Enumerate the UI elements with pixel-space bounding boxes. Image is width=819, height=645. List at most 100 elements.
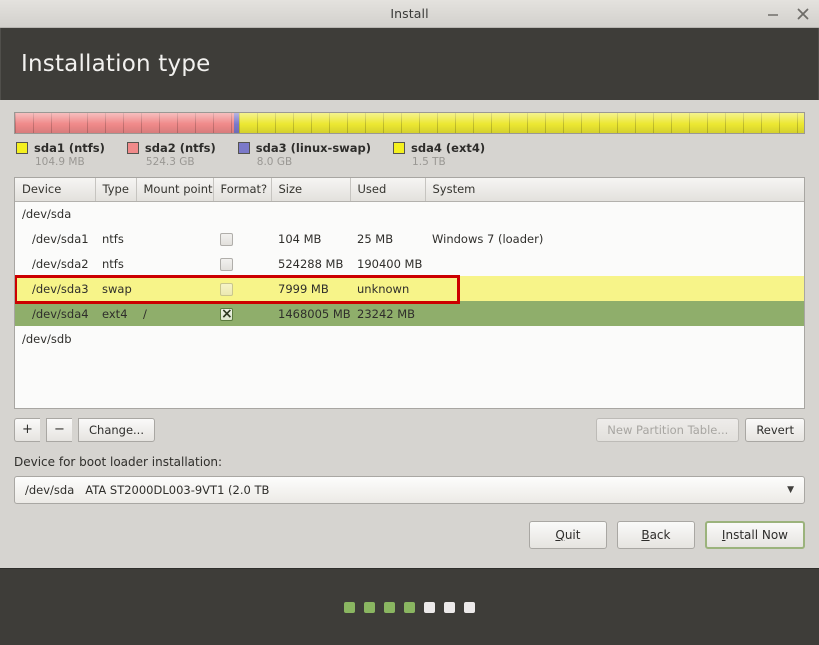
legend-label: sda1 (ntfs) xyxy=(34,141,105,155)
cell-format xyxy=(213,251,271,276)
cell-used: 25 MB xyxy=(357,231,394,246)
cell-size: 1468005 MB xyxy=(271,301,351,326)
partition-toolbar: + − Change... New Partition Table... Rev… xyxy=(14,418,805,442)
format-checkbox-unchecked[interactable] xyxy=(220,282,233,296)
table-row[interactable]: /dev/sda3 swap 7999 MB unknown xyxy=(15,276,804,301)
add-partition-button[interactable]: + xyxy=(14,418,40,442)
legend-size: 1.5 TB xyxy=(412,156,446,168)
cell-device: /dev/sda xyxy=(22,206,72,221)
table-body: /dev/sda/dev/sda1 ntfs 104 MB 25 MB Windows … xyxy=(15,201,804,351)
cell-mount-point xyxy=(136,201,213,226)
quit-button[interactable]: Quit xyxy=(528,521,607,549)
cell-size: 524288 MB xyxy=(278,256,344,271)
window-controls xyxy=(765,0,811,28)
cell-type: ntfs xyxy=(102,231,124,246)
cell-device: /dev/sda2 xyxy=(32,256,89,271)
legend-item-1: sda2 (ntfs) 524.3 GB xyxy=(126,141,216,168)
legend-color-swatch xyxy=(16,142,28,154)
legend-item-header: sda4 (ext4) xyxy=(393,141,485,155)
column-header-system[interactable]: System xyxy=(425,178,804,202)
legend-size: 524.3 GB xyxy=(145,156,195,168)
legend-label: sda3 (linux-swap) xyxy=(255,141,372,155)
cell-device: /dev/sda4 xyxy=(15,301,95,326)
progress-dot-pending xyxy=(464,601,475,613)
legend-color-swatch xyxy=(126,142,139,154)
cell-type: swap xyxy=(95,276,136,301)
progress-dot-completed xyxy=(384,601,395,613)
main-content: sda1 (ntfs) 104.9 MB sda2 (ntfs) 524.3 GB sd… xyxy=(0,100,819,568)
cell-mount-point: / xyxy=(136,301,213,326)
cell-mount-point xyxy=(136,276,213,301)
cell-used: unknown xyxy=(350,276,425,301)
partition-table-container[interactable]: Device Type Mount point Format? Size Used Syst… xyxy=(14,177,805,409)
column-header-device[interactable]: Device xyxy=(15,178,96,202)
table-row[interactable]: /dev/sda2 ntfs 524288 MB 190400 MB xyxy=(15,251,804,276)
cell-mount-point xyxy=(136,326,213,351)
cell-device: /dev/sda1 xyxy=(32,231,89,246)
table-row[interactable]: /dev/sda4ext4/ 1468005 MB23242 MB xyxy=(15,301,804,326)
partition-segment-sda2 xyxy=(15,113,235,133)
back-button-label: ack xyxy=(649,528,671,542)
cell-device: /dev/sda3 xyxy=(15,276,95,301)
boot-loader-device-description: ATA ST2000DL003-9VT1 (2.0 TB xyxy=(85,483,270,497)
minimize-icon[interactable] xyxy=(765,6,781,22)
table-row[interactable]: /dev/sdb xyxy=(15,326,804,351)
segment-gloss xyxy=(238,113,804,133)
legend-color-swatch xyxy=(237,142,250,154)
progress-indicator xyxy=(0,568,819,645)
legend-label: sda4 (ext4) xyxy=(411,141,486,155)
column-header-size[interactable]: Size xyxy=(271,178,351,202)
cell-size xyxy=(271,201,350,226)
column-header-format[interactable]: Format? xyxy=(213,178,272,202)
progress-dot-completed xyxy=(344,601,355,613)
cell-system: Windows 7 (loader) xyxy=(432,231,544,246)
revert-button[interactable]: Revert xyxy=(745,418,805,442)
cell-format xyxy=(213,276,271,301)
window-title: Install xyxy=(390,6,429,21)
format-checkbox-checked[interactable] xyxy=(220,306,233,322)
cell-system xyxy=(425,301,804,326)
install-window: Install Installation type sda1 (ntfs) 104… xyxy=(0,0,819,645)
window-titlebar: Install xyxy=(0,0,819,28)
back-button[interactable]: Back xyxy=(616,521,695,549)
table-row[interactable]: /dev/sda1 ntfs 104 MB 25 MB Windows 7 (loade… xyxy=(15,226,804,251)
legend-label: sda2 (ntfs) xyxy=(144,141,216,155)
progress-dot-completed xyxy=(364,601,375,613)
column-header-used[interactable]: Used xyxy=(350,178,426,202)
legend-item-header: sda3 (linux-swap) xyxy=(237,141,372,155)
page-title: Installation type xyxy=(21,51,211,77)
new-partition-table-button[interactable]: New Partition Table... xyxy=(596,418,740,442)
legend-size: 8.0 GB xyxy=(256,156,293,168)
table-header-row: Device Type Mount point Format? Size Used Syst… xyxy=(15,178,804,202)
install-now-button-label: nstall Now xyxy=(725,528,788,542)
install-now-button[interactable]: Install Now xyxy=(704,521,805,549)
action-buttons: Quit Back Install Now xyxy=(14,521,805,549)
change-partition-button[interactable]: Change... xyxy=(78,418,155,442)
add-remove-change-group: + − Change... xyxy=(14,418,155,442)
cell-format xyxy=(213,326,271,351)
cell-system xyxy=(425,276,804,301)
boot-loader-device-select[interactable]: /dev/sda ATA ST2000DL003-9VT1 (2.0 TB ▼ xyxy=(14,476,805,504)
cell-format xyxy=(213,301,271,326)
remove-partition-button[interactable]: − xyxy=(46,418,72,442)
partition-usage-bar xyxy=(14,112,805,134)
page-header: Installation type xyxy=(0,28,819,100)
format-checkbox-unchecked[interactable] xyxy=(220,257,233,271)
format-checkbox-unchecked[interactable] xyxy=(220,232,233,246)
cell-system xyxy=(425,251,804,276)
legend-item-2: sda3 (linux-swap) 8.0 GB xyxy=(237,141,372,168)
cell-used: 190400 MB xyxy=(357,256,423,271)
segment-gloss xyxy=(15,113,235,133)
legend-color-swatch xyxy=(393,142,406,154)
progress-dot-pending xyxy=(424,601,435,613)
quit-button-label: uit xyxy=(564,528,581,542)
partition-legend: sda1 (ntfs) 104.9 MB sda2 (ntfs) 524.3 GB sd… xyxy=(14,141,805,168)
cell-system xyxy=(425,326,804,351)
column-header-mount-point[interactable]: Mount point xyxy=(136,178,214,202)
close-icon[interactable] xyxy=(795,6,811,22)
cell-system xyxy=(425,201,804,226)
progress-dot-pending xyxy=(444,601,455,613)
boot-loader-label: Device for boot loader installation: xyxy=(14,455,223,469)
column-header-type[interactable]: Type xyxy=(95,178,137,202)
table-row[interactable]: /dev/sda xyxy=(15,201,804,226)
